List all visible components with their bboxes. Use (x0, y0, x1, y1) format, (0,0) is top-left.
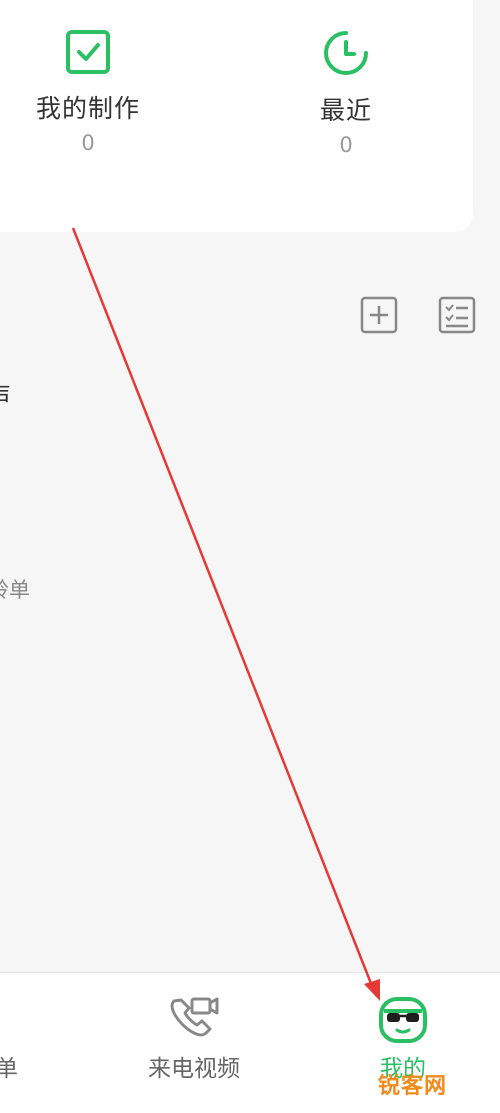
stats-card: 我的制作 0 最近 0 (0, 0, 473, 232)
tab-label: 单 (0, 1056, 18, 1082)
checklist-icon (438, 296, 476, 334)
add-button[interactable] (360, 296, 398, 334)
checkbox-icon (66, 30, 110, 74)
stat-count: 0 (339, 133, 353, 157)
avatar-sunglasses-icon (379, 997, 427, 1043)
stat-label: 我的制作 (35, 94, 140, 123)
list-item-title: 声 (0, 377, 11, 413)
add-square-icon (360, 296, 398, 334)
tab-partial[interactable]: 单 (0, 973, 20, 1113)
stat-label: 最近 (319, 96, 372, 125)
list-item-subtitle: 铃单 (0, 578, 30, 602)
tab-label: 来电视频 (148, 1056, 240, 1082)
stat-count: 0 (81, 131, 95, 155)
stat-my-creations[interactable]: 我的制作 0 (8, 29, 168, 155)
clock-icon (324, 31, 368, 75)
checklist-button[interactable] (438, 296, 476, 334)
phone-video-icon (170, 997, 219, 1037)
stat-recent[interactable]: 最近 0 (266, 29, 426, 157)
partial-tab-icon (0, 993, 5, 1039)
watermark-text: 锐客网 (378, 1074, 448, 1099)
tab-caller-video[interactable]: 来电视频 (130, 973, 258, 1113)
